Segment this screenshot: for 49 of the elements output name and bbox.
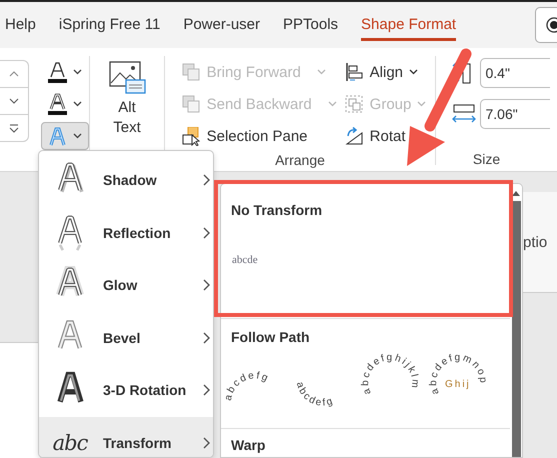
section-title: No Transform — [231, 202, 324, 218]
menu-item[interactable]: Reflection — [39, 206, 213, 259]
group-icon — [344, 94, 364, 114]
chevron-icon — [203, 384, 211, 396]
ribbon-tab[interactable]: iSpring Free 11 — [58, 10, 160, 40]
chevron-icon — [203, 226, 211, 239]
ribbon-tab[interactable]: PPTools — [283, 10, 338, 40]
layers-icon — [182, 94, 201, 114]
section-title: Warp — [231, 437, 266, 453]
chevron-icon — [203, 174, 211, 186]
chevron-icon — [203, 332, 211, 344]
ribbon-button[interactable]: Rotat — [344, 120, 406, 152]
shape-width-icon — [452, 103, 476, 125]
ribbon-tab[interactable]: Shape Format — [361, 10, 456, 40]
ribbon-button[interactable]: Align — [344, 56, 418, 88]
scroll-up-icon[interactable] — [9, 70, 19, 78]
group-label: Arrange — [275, 152, 325, 170]
align-icon — [344, 62, 364, 82]
text-fill-icon — [46, 60, 69, 84]
scroll-down-icon[interactable] — [9, 96, 19, 106]
menu-item[interactable]: Shadow — [39, 154, 213, 206]
section-title: Follow Path — [231, 329, 311, 345]
ribbon-tab[interactable]: Power-user — [183, 10, 260, 40]
layers-icon — [182, 62, 201, 82]
panel-text: ptio — [523, 234, 548, 250]
menu-item[interactable]: 3-D Rotation — [39, 364, 213, 416]
text-outline-icon — [46, 92, 69, 116]
caret-icon — [73, 69, 82, 75]
group-label: Size — [472, 151, 500, 169]
ribbon-button[interactable]: Selection Pane — [182, 120, 308, 152]
alt-text-button[interactable]: Alt Text — [96, 48, 158, 138]
scrollbar-thumb[interactable] — [512, 201, 520, 457]
transform-option[interactable]: abcde — [231, 254, 259, 266]
alt-text-icon — [108, 61, 146, 94]
ribbon-tab[interactable]: Help — [5, 10, 36, 40]
menu-item[interactable]: Bevel — [39, 312, 213, 364]
more-icon[interactable] — [9, 124, 19, 132]
caret-icon — [73, 101, 82, 107]
menu-item[interactable]: Glow — [39, 259, 213, 312]
height-field[interactable]: 0.4" — [480, 58, 550, 88]
transform-icon: abc — [52, 430, 88, 455]
chevron-icon — [203, 436, 211, 449]
width-field[interactable]: 7.06" — [480, 99, 550, 129]
chevron-icon — [203, 279, 211, 292]
menu-item[interactable]: abc Transform — [39, 416, 213, 457]
selection-pane-icon — [182, 126, 201, 146]
rotate-icon — [344, 126, 364, 146]
caret-icon — [73, 133, 82, 139]
scroll-up-icon[interactable] — [511, 190, 521, 197]
